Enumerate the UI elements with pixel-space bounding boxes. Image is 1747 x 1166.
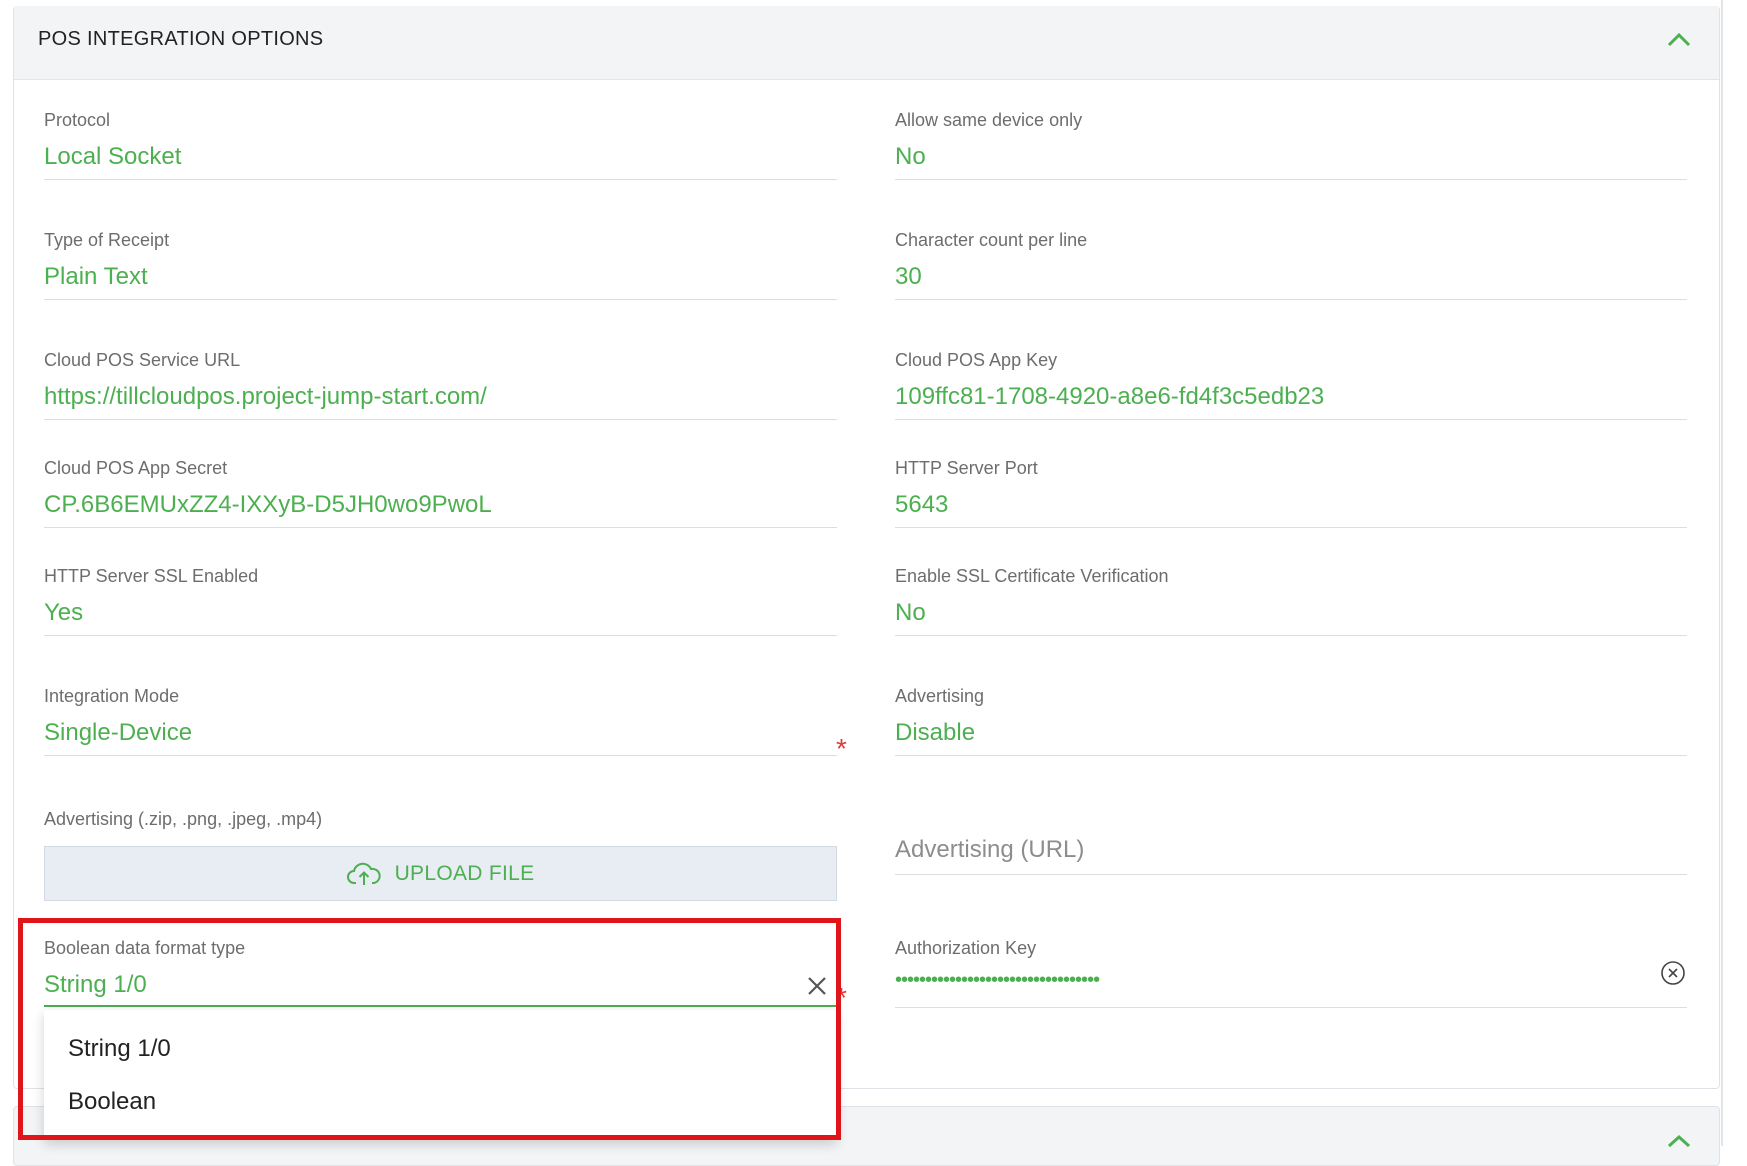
close-icon[interactable] bbox=[806, 975, 828, 997]
integration-mode-label: Integration Mode bbox=[44, 686, 180, 706]
auth-key-input[interactable]: •••••••••••••••••••••••••••••••••• bbox=[895, 969, 1100, 992]
dropdown-option[interactable]: Boolean bbox=[68, 1088, 156, 1116]
app-secret-label: Cloud POS App Secret bbox=[44, 458, 228, 478]
panel-title: POS INTEGRATION OPTIONS bbox=[38, 28, 324, 50]
ssl-verification-underline bbox=[895, 635, 1687, 636]
advertising-underline bbox=[895, 755, 1687, 756]
char-count-label: Character count per line bbox=[895, 230, 1088, 250]
scrollbar-track[interactable] bbox=[1721, 0, 1723, 1146]
receipt-type-underline bbox=[44, 299, 837, 300]
ssl-verification-select[interactable]: No bbox=[895, 599, 926, 627]
ssl-enabled-label: HTTP Server SSL Enabled bbox=[44, 566, 259, 586]
service-url-input[interactable]: https://tillcloudpos.project-jump-start.… bbox=[44, 383, 487, 411]
advertising-label: Advertising bbox=[895, 686, 985, 706]
service-url-label: Cloud POS Service URL bbox=[44, 350, 241, 370]
upload-file-button[interactable]: UPLOAD FILE bbox=[44, 846, 837, 901]
boolean-format-label: Boolean data format type bbox=[44, 938, 246, 958]
advertising-select[interactable]: Disable bbox=[895, 719, 975, 747]
advertising-url-underline bbox=[895, 874, 1687, 875]
integration-mode-underline bbox=[44, 755, 837, 756]
app-key-input[interactable]: 109ffc81-1708-4920-a8e6-fd4f3c5edb23 bbox=[895, 383, 1324, 411]
app-secret-input[interactable]: CP.6B6EMUxZZ4-IXXyB-D5JH0wo9PwoL bbox=[44, 491, 492, 519]
boolean-format-dropdown: String 1/0 Boolean bbox=[44, 1010, 837, 1140]
auth-key-label: Authorization Key bbox=[895, 938, 1037, 958]
boolean-format-select[interactable]: String 1/0 bbox=[44, 971, 147, 999]
advertising-url-input[interactable]: Advertising (URL) bbox=[895, 836, 1084, 864]
boolean-format-underline-active bbox=[44, 1005, 837, 1007]
ssl-verification-label: Enable SSL Certificate Verification bbox=[895, 566, 1169, 586]
ssl-enabled-select[interactable]: Yes bbox=[44, 599, 83, 627]
ssl-enabled-underline bbox=[44, 635, 837, 636]
char-count-input[interactable]: 30 bbox=[895, 263, 922, 291]
http-port-input[interactable]: 5643 bbox=[895, 491, 948, 519]
chevron-up-icon[interactable] bbox=[1666, 30, 1692, 48]
receipt-type-select[interactable]: Plain Text bbox=[44, 263, 148, 291]
allow-same-device-underline bbox=[895, 179, 1687, 180]
required-asterisk: * bbox=[836, 982, 847, 1013]
allow-same-device-label: Allow same device only bbox=[895, 110, 1083, 130]
allow-same-device-select[interactable]: No bbox=[895, 143, 926, 171]
receipt-type-label: Type of Receipt bbox=[44, 230, 170, 250]
protocol-select[interactable]: Local Socket bbox=[44, 143, 181, 171]
app-secret-underline bbox=[44, 527, 837, 528]
required-asterisk: * bbox=[836, 733, 847, 764]
protocol-underline bbox=[44, 179, 837, 180]
http-port-label: HTTP Server Port bbox=[895, 458, 1038, 478]
auth-key-underline bbox=[895, 1007, 1687, 1008]
circle-close-icon[interactable] bbox=[1660, 960, 1686, 986]
app-key-label: Cloud POS App Key bbox=[895, 350, 1058, 370]
service-url-underline bbox=[44, 419, 837, 420]
protocol-label: Protocol bbox=[44, 110, 111, 130]
char-count-underline bbox=[895, 299, 1687, 300]
cloud-upload-icon bbox=[346, 862, 381, 885]
pos-integration-panel bbox=[13, 6, 1720, 1089]
advertising-file-label: Advertising (.zip, .png, .jpeg, .mp4) bbox=[44, 809, 323, 829]
http-port-underline bbox=[895, 527, 1687, 528]
integration-mode-select[interactable]: Single-Device bbox=[44, 719, 192, 747]
upload-file-label: UPLOAD FILE bbox=[394, 861, 535, 885]
app-key-underline bbox=[895, 419, 1687, 420]
dropdown-option[interactable]: String 1/0 bbox=[68, 1035, 171, 1063]
